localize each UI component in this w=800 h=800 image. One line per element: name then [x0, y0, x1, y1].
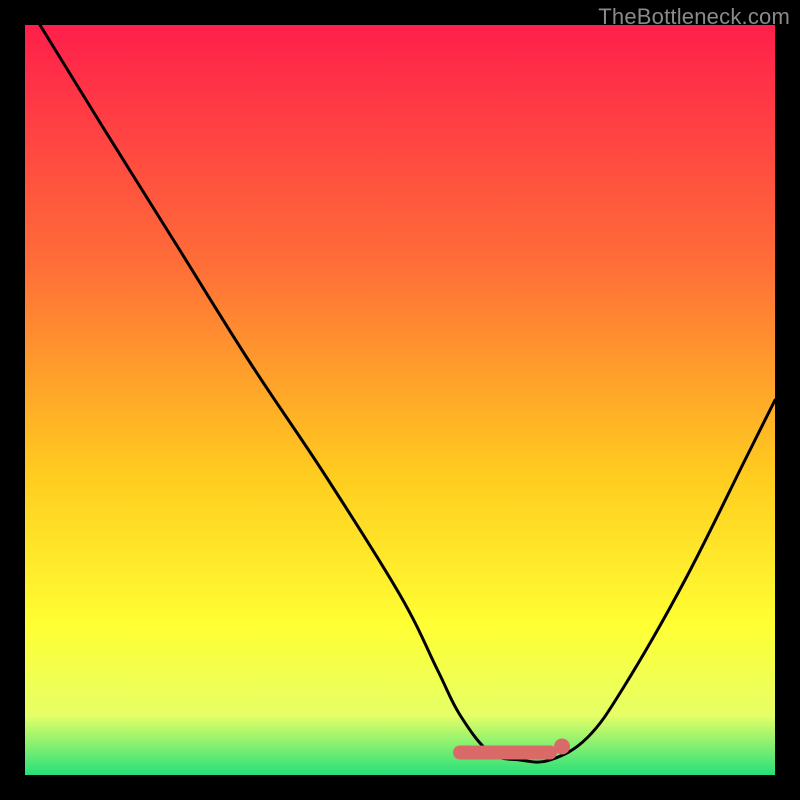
curve-layer [25, 25, 775, 775]
bottleneck-curve [40, 25, 775, 762]
plot-area [25, 25, 775, 775]
flat-region-end-dot [554, 739, 570, 755]
chart-frame: TheBottleneck.com [0, 0, 800, 800]
